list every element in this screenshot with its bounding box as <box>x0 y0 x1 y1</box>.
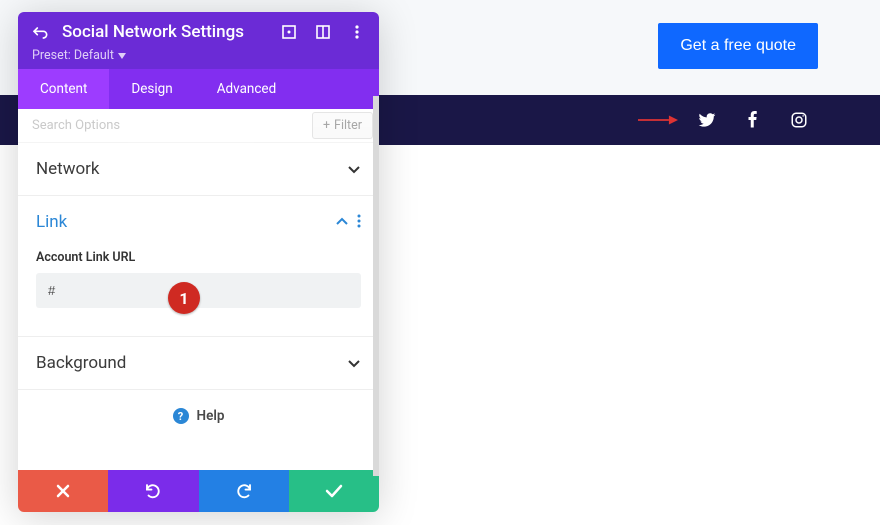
preset-label: Preset: Default <box>32 48 114 63</box>
expand-icon[interactable] <box>281 24 297 40</box>
undo-button[interactable] <box>108 470 198 512</box>
preset-selector[interactable]: Preset: Default <box>32 48 365 63</box>
section-background[interactable]: Background <box>18 337 379 390</box>
panel-body: Search Options + Filter Network Link <box>18 109 379 470</box>
filter-button[interactable]: + Filter <box>312 112 373 139</box>
panel-title: Social Network Settings <box>62 22 267 42</box>
panel-header: Social Network Settings Preset: Default <box>18 12 379 69</box>
section-link-header[interactable]: Link <box>36 212 361 232</box>
panel-scrollbar[interactable] <box>373 96 379 476</box>
chevron-up-icon <box>335 212 349 232</box>
section-link-title: Link <box>36 212 67 232</box>
twitter-icon[interactable] <box>698 111 716 129</box>
get-quote-button[interactable]: Get a free quote <box>658 23 818 69</box>
close-button[interactable] <box>18 470 108 512</box>
arrow-callout <box>638 113 678 127</box>
section-network[interactable]: Network <box>18 143 379 196</box>
section-more-icon[interactable] <box>357 213 361 232</box>
help-icon: ? <box>173 408 189 424</box>
chevron-down-icon <box>347 354 361 373</box>
section-network-title: Network <box>36 159 100 179</box>
tab-design[interactable]: Design <box>109 69 194 109</box>
settings-panel: Social Network Settings Preset: Default … <box>18 12 379 512</box>
facebook-icon[interactable] <box>744 111 762 129</box>
search-options-row: Search Options + Filter <box>18 109 379 143</box>
filter-label: Filter <box>334 118 362 133</box>
account-link-url-label: Account Link URL <box>36 250 361 265</box>
tab-advanced[interactable]: Advanced <box>195 69 299 109</box>
help-label: Help <box>197 408 225 424</box>
save-button[interactable] <box>289 470 379 512</box>
chevron-down-icon <box>347 160 361 179</box>
more-vertical-icon[interactable] <box>349 24 365 40</box>
instagram-icon[interactable] <box>790 111 808 129</box>
section-background-title: Background <box>36 353 126 373</box>
callout-badge-1: 1 <box>168 282 200 314</box>
layout-toggle-icon[interactable] <box>315 24 331 40</box>
help-link[interactable]: ? Help <box>18 390 379 434</box>
redo-button[interactable] <box>199 470 289 512</box>
section-link: Link Account Link URL <box>18 196 379 337</box>
tabs: Content Design Advanced <box>18 69 379 109</box>
back-icon[interactable] <box>32 24 48 40</box>
plus-icon: + <box>323 118 330 133</box>
panel-action-bar <box>18 470 379 512</box>
search-options-input[interactable]: Search Options <box>32 118 312 133</box>
tab-content[interactable]: Content <box>18 69 109 109</box>
